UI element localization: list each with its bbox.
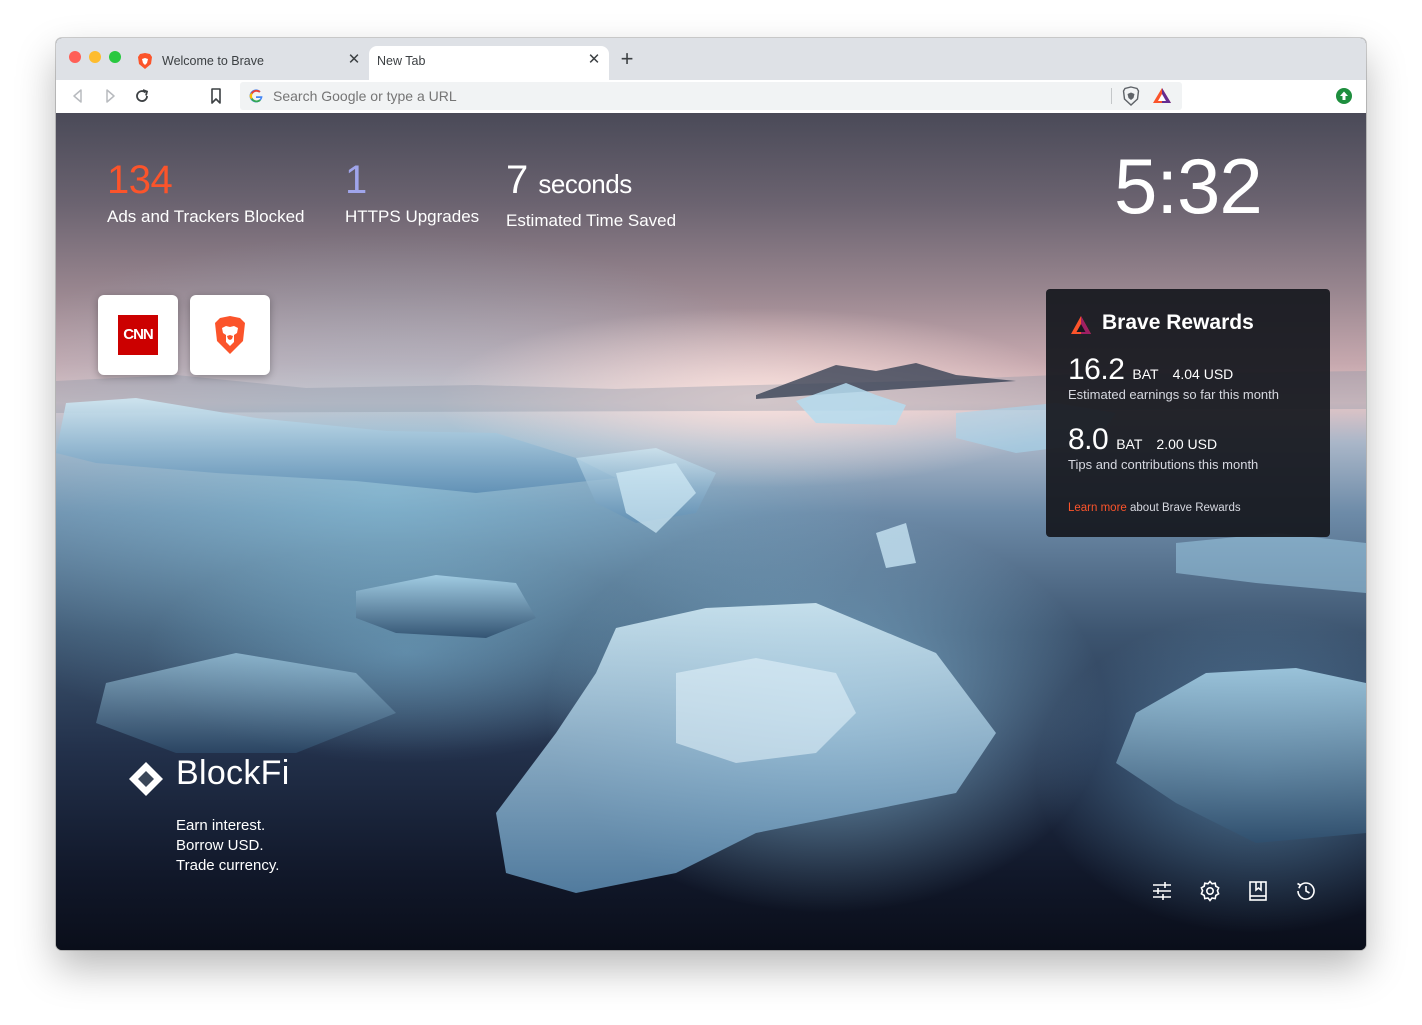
top-site-cnn[interactable]: CNN xyxy=(98,295,178,375)
tab-title: Welcome to Brave xyxy=(162,54,264,68)
cnn-logo: CNN xyxy=(118,315,158,355)
rewards-widget: Brave Rewards 16.2 BAT 4.04 USD Estimated … xyxy=(1046,289,1330,537)
minimize-window-button[interactable] xyxy=(89,51,101,63)
rewards-logo-icon xyxy=(1071,316,1091,334)
google-icon xyxy=(249,89,263,103)
browser-window: Welcome to Brave ✕ New Tab ✕ + Search Go… xyxy=(56,38,1366,950)
settings-icon[interactable] xyxy=(1199,880,1221,902)
learn-more-suffix: about Brave Rewards xyxy=(1126,502,1241,514)
time-saved-number: 7 xyxy=(506,158,528,202)
stat-time-saved: 7 seconds Estimated Time Saved xyxy=(506,155,676,231)
rewards-triangle-icon[interactable] xyxy=(1152,86,1172,106)
blockfi-name[interactable]: BlockFi xyxy=(176,754,290,793)
stat-ads-blocked: 134 Ads and Trackers Blocked xyxy=(107,155,304,227)
tab-title: New Tab xyxy=(377,54,426,68)
brave-shield-icon[interactable] xyxy=(1120,85,1142,107)
top-site-brave[interactable] xyxy=(190,295,270,375)
forward-icon[interactable] xyxy=(100,86,120,106)
brave-favicon-icon xyxy=(138,53,152,69)
ads-blocked-label: Ads and Trackers Blocked xyxy=(107,207,305,226)
ads-blocked-count: 134 xyxy=(107,158,173,202)
blockfi-tagline: Earn interest. Borrow USD. Trade currenc… xyxy=(176,816,279,876)
reload-icon[interactable] xyxy=(132,86,152,106)
https-upgrades-count: 1 xyxy=(345,158,367,202)
clock: 5:32 xyxy=(1114,142,1263,230)
new-tab-page: 134 Ads and Trackers Blocked 1 HTTPS Upg… xyxy=(56,113,1366,950)
extension-update-icon[interactable] xyxy=(1336,88,1352,104)
blockfi-logo-icon[interactable] xyxy=(128,761,164,797)
rewards-tips: 8.0 BAT 2.00 USD Tips and contributions th… xyxy=(1068,423,1258,472)
tips-usd: 2.00 USD xyxy=(1156,436,1218,452)
customize-icon[interactable] xyxy=(1151,880,1173,902)
time-saved-unit: seconds xyxy=(538,169,632,199)
tips-amount: 8.0 xyxy=(1068,423,1109,456)
earnings-amount: 16.2 xyxy=(1068,353,1125,386)
earnings-currency: BAT xyxy=(1132,366,1159,382)
bookmarks-icon[interactable] xyxy=(1247,880,1269,902)
omnibox-divider xyxy=(1111,88,1112,104)
tab-new-tab[interactable]: New Tab ✕ xyxy=(369,46,609,80)
tab-strip: Welcome to Brave ✕ New Tab ✕ + xyxy=(56,38,1366,80)
blockfi-line: Trade currency. xyxy=(176,857,280,874)
tab-welcome[interactable]: Welcome to Brave ✕ xyxy=(129,46,369,80)
close-tab-icon[interactable]: ✕ xyxy=(345,51,363,69)
rewards-footer: Learn more about Brave Rewards xyxy=(1068,502,1241,514)
blockfi-line: Earn interest. xyxy=(176,817,266,834)
time-saved-value: 7 seconds xyxy=(506,155,676,209)
close-tab-icon[interactable]: ✕ xyxy=(585,51,603,69)
close-window-button[interactable] xyxy=(69,51,81,63)
bookmark-icon[interactable] xyxy=(206,86,226,106)
omnibox[interactable] xyxy=(240,82,1182,110)
tips-description: Tips and contributions this month xyxy=(1068,457,1259,472)
omnibox-input[interactable] xyxy=(273,88,973,104)
learn-more-link[interactable]: Learn more xyxy=(1068,502,1127,514)
zoom-window-button[interactable] xyxy=(109,51,121,63)
brave-lion-icon xyxy=(215,316,245,354)
rewards-earnings: 16.2 BAT 4.04 USD Estimated earnings so fa… xyxy=(1068,353,1279,402)
back-icon[interactable] xyxy=(68,86,88,106)
earnings-usd: 4.04 USD xyxy=(1172,366,1234,382)
blockfi-line: Borrow USD. xyxy=(176,837,264,854)
toolbar xyxy=(56,80,1366,114)
stat-https-upgrades: 1 HTTPS Upgrades xyxy=(345,155,479,227)
time-saved-label: Estimated Time Saved xyxy=(506,211,677,230)
history-icon[interactable] xyxy=(1295,880,1317,902)
new-tab-button[interactable]: + xyxy=(616,48,638,70)
tips-currency: BAT xyxy=(1116,436,1143,452)
rewards-title: Brave Rewards xyxy=(1102,311,1254,334)
earnings-description: Estimated earnings so far this month xyxy=(1068,387,1279,402)
https-upgrades-label: HTTPS Upgrades xyxy=(345,207,480,226)
